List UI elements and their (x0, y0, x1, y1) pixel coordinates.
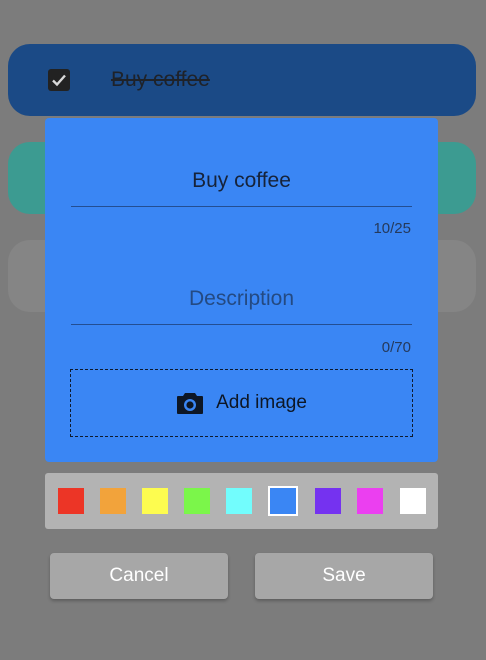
edit-dialog: 10/25 0/70 Add image (45, 118, 438, 462)
color-swatch-cyan[interactable] (226, 488, 252, 514)
color-swatch-purple[interactable] (315, 488, 341, 514)
description-char-counter: 0/70 (381, 339, 411, 356)
description-input[interactable] (71, 274, 412, 325)
add-image-button[interactable]: Add image (70, 369, 413, 437)
list-item-title: Buy coffee (111, 68, 210, 91)
color-swatch-green[interactable] (184, 488, 210, 514)
color-swatch-red[interactable] (58, 488, 84, 514)
title-char-counter: 10/25 (373, 220, 411, 237)
color-swatch-yellow[interactable] (142, 488, 168, 514)
check-icon (52, 74, 66, 87)
save-button[interactable]: Save (255, 553, 433, 599)
color-swatch-pink[interactable] (357, 488, 383, 514)
title-input[interactable] (71, 156, 412, 207)
color-swatch-blue[interactable] (268, 486, 298, 516)
cancel-button[interactable]: Cancel (50, 553, 228, 599)
color-swatch-white[interactable] (400, 488, 426, 514)
list-item (8, 44, 476, 116)
color-swatch-orange[interactable] (100, 488, 126, 514)
camera-icon (177, 393, 204, 414)
color-palette (45, 473, 438, 529)
checkbox (48, 69, 70, 91)
add-image-label: Add image (216, 392, 307, 413)
